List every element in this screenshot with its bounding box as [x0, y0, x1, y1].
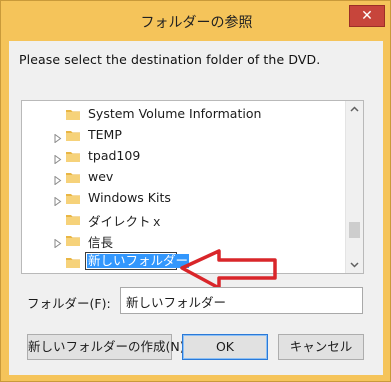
tree-item[interactable]: wev	[22, 167, 344, 188]
expand-arrow-icon[interactable]	[54, 131, 62, 144]
folder-icon	[65, 254, 81, 270]
tree-item[interactable]: System Volume Information	[22, 104, 344, 125]
folder-icon	[65, 190, 81, 206]
tree-item-label: System Volume Information	[88, 106, 262, 121]
folder-icon	[65, 211, 81, 227]
instruction-text: Please select the destination folder of …	[19, 52, 321, 67]
dialog-window: フォルダーの参照 ✕ Please select the destination…	[0, 0, 391, 382]
expand-arrow-icon[interactable]	[54, 236, 62, 249]
scrollbar-thumb[interactable]	[349, 222, 360, 238]
close-icon: ✕	[361, 8, 373, 24]
title-bar[interactable]: フォルダーの参照 ✕	[1, 1, 391, 41]
expand-arrow-icon[interactable]	[54, 194, 62, 207]
tree-item[interactable]: ダイレクトｘ	[22, 209, 344, 230]
rename-input[interactable]: 新しいフォルダー	[85, 252, 190, 270]
folder-icon	[65, 232, 81, 248]
folder-icon	[65, 106, 81, 122]
expand-arrow-icon[interactable]	[54, 173, 62, 186]
tree-item-label: wev	[88, 169, 114, 184]
tree-item[interactable]: TEMP	[22, 125, 344, 146]
scroll-down-icon[interactable]	[346, 256, 363, 273]
tree-item-label: TEMP	[88, 127, 122, 142]
tree-item[interactable]: tpad109	[22, 146, 344, 167]
expand-arrow-icon[interactable]	[54, 152, 62, 165]
tree-item-label: 信長	[88, 235, 114, 250]
folder-name-input[interactable]: 新しいフォルダー	[120, 287, 363, 314]
tree-item-label: Windows Kits	[88, 190, 171, 205]
folder-icon	[65, 148, 81, 164]
folder-field-label: フォルダー(F):	[27, 296, 111, 311]
tree-item[interactable]: Windows Kits	[22, 188, 344, 209]
tree-item-label: tpad109	[88, 148, 141, 163]
ok-button[interactable]: OK	[182, 334, 268, 360]
folder-icon	[65, 127, 81, 143]
scroll-up-icon[interactable]	[346, 101, 363, 118]
vertical-scrollbar[interactable]	[345, 101, 363, 273]
tree-item-label: ダイレクトｘ	[88, 214, 164, 229]
folder-icon	[65, 169, 81, 185]
rename-input-text: 新しいフォルダー	[87, 253, 190, 268]
new-folder-button[interactable]: 新しいフォルダーの作成(N)	[27, 334, 185, 360]
cancel-button[interactable]: キャンセル	[278, 334, 364, 360]
close-button[interactable]: ✕	[349, 5, 385, 27]
window-title: フォルダーの参照	[140, 15, 253, 31]
annotation-arrow-icon	[180, 249, 277, 290]
